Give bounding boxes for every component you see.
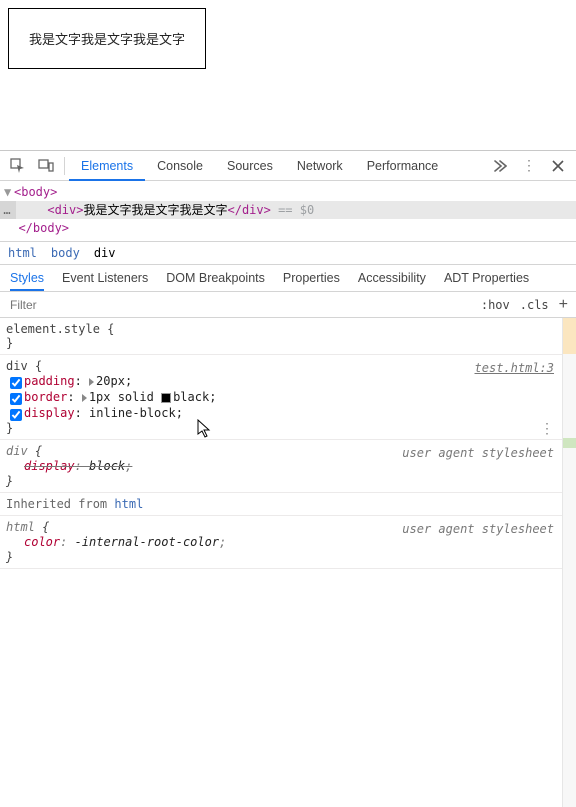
dom-body-open[interactable]: ▼<body> bbox=[0, 183, 576, 201]
tab-network[interactable]: Network bbox=[285, 151, 355, 181]
rule-div[interactable]: test.html:3 div { padding: 20px; border:… bbox=[0, 355, 562, 440]
devtools-panel: Elements Console Sources Network Perform… bbox=[0, 150, 576, 807]
subtab-dom-breakpoints[interactable]: DOM Breakpoints bbox=[166, 271, 265, 285]
devtools-tabbar: Elements Console Sources Network Perform… bbox=[0, 151, 576, 181]
subtab-adt-properties[interactable]: ADT Properties bbox=[444, 271, 529, 285]
decl-display-overridden: display: block; bbox=[6, 458, 556, 474]
styles-subtabs: Styles Event Listeners DOM Breakpoints P… bbox=[0, 265, 576, 292]
decl-toggle[interactable] bbox=[10, 377, 22, 389]
device-toggle-icon[interactable] bbox=[32, 152, 60, 180]
more-tabs-icon[interactable] bbox=[486, 152, 514, 180]
tab-console[interactable]: Console bbox=[145, 151, 215, 181]
tab-performance[interactable]: Performance bbox=[355, 151, 451, 181]
rule-element-style[interactable]: element.style { } bbox=[0, 318, 562, 355]
dom-body-close[interactable]: </body> bbox=[0, 219, 576, 237]
add-rule-icon[interactable]: + bbox=[559, 296, 568, 314]
dom-tree[interactable]: ▼<body> <div>我是文字我是文字我是文字</div> == $0 </… bbox=[0, 181, 576, 242]
decl-toggle[interactable] bbox=[10, 393, 22, 405]
styles-filter-input[interactable] bbox=[8, 293, 481, 317]
subtab-styles[interactable]: Styles bbox=[10, 271, 44, 291]
hov-toggle[interactable]: :hov bbox=[481, 298, 510, 312]
breadcrumb: html body div bbox=[0, 242, 576, 265]
decl-padding[interactable]: padding: 20px; bbox=[6, 373, 556, 389]
styles-list: element.style { } test.html:3 div { padd… bbox=[0, 318, 562, 807]
subtab-properties[interactable]: Properties bbox=[283, 271, 340, 285]
overview-strip[interactable] bbox=[562, 318, 576, 807]
rendered-page: 我是文字我是文字我是文字 bbox=[0, 0, 576, 150]
inspect-icon[interactable] bbox=[4, 152, 32, 180]
cls-toggle[interactable]: .cls bbox=[520, 298, 549, 312]
styles-filter-row: :hov .cls + bbox=[0, 292, 576, 318]
rule-ua-div: user agent stylesheet div { display: blo… bbox=[0, 440, 562, 493]
decl-display[interactable]: display: inline-block; bbox=[6, 405, 556, 421]
decl-border[interactable]: border: 1px solid black; bbox=[6, 389, 556, 405]
inherited-from-header: Inherited from html bbox=[0, 493, 562, 516]
settings-kebab-icon[interactable]: ⋮ bbox=[518, 157, 540, 174]
tab-elements[interactable]: Elements bbox=[69, 151, 145, 181]
subtab-accessibility[interactable]: Accessibility bbox=[358, 271, 426, 285]
crumb-div[interactable]: div bbox=[94, 246, 116, 260]
decl-color: color: -internal-root-color; bbox=[6, 534, 556, 550]
crumb-html[interactable]: html bbox=[8, 246, 37, 260]
demo-div: 我是文字我是文字我是文字 bbox=[8, 8, 206, 69]
tab-sources[interactable]: Sources bbox=[215, 151, 285, 181]
rule-ua-html: user agent stylesheet html { color: -int… bbox=[0, 516, 562, 569]
subtab-event-listeners[interactable]: Event Listeners bbox=[62, 271, 148, 285]
dom-selected-div[interactable]: <div>我是文字我是文字我是文字</div> == $0 bbox=[0, 201, 576, 219]
crumb-body[interactable]: body bbox=[51, 246, 80, 260]
color-swatch-icon[interactable] bbox=[161, 393, 171, 403]
decl-toggle[interactable] bbox=[10, 409, 22, 421]
close-icon[interactable] bbox=[544, 152, 572, 180]
rule-more-icon[interactable]: ⋮ bbox=[536, 421, 558, 437]
